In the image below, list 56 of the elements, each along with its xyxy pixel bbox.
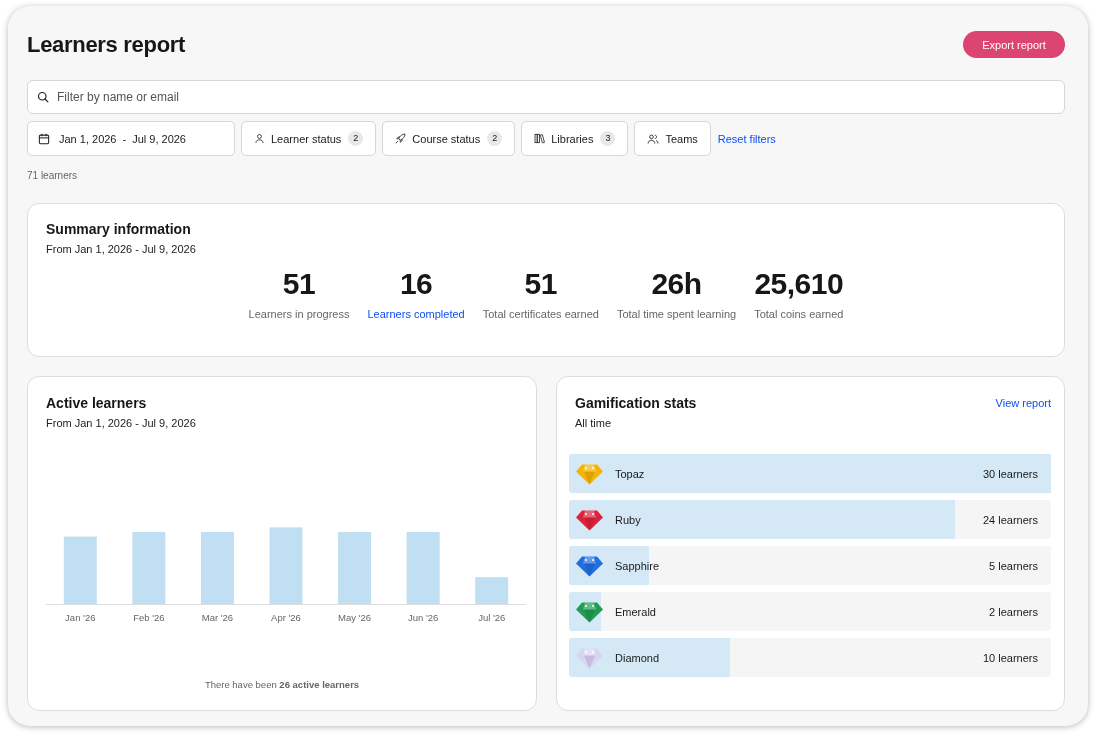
axis-label: May '26 bbox=[338, 612, 372, 623]
chart-bar bbox=[63, 536, 97, 604]
filter-chip[interactable]: Learner status 2 bbox=[241, 121, 377, 156]
calendar-icon bbox=[38, 132, 50, 145]
filter-chip[interactable]: Libraries 3 bbox=[521, 121, 629, 156]
gem-count: 30 learners bbox=[982, 467, 1038, 480]
person-icon bbox=[254, 133, 265, 144]
gem-count: 2 learners bbox=[989, 605, 1038, 618]
stat-label: Total time spent learning bbox=[616, 307, 737, 321]
stat-label: Total coins earned bbox=[754, 307, 844, 321]
card-title: Gamification stats bbox=[575, 394, 697, 413]
filter-chip[interactable]: Teams bbox=[634, 121, 711, 156]
axis-label: Feb '26 bbox=[133, 612, 165, 623]
filter-chip[interactable]: Course status 2 bbox=[382, 121, 516, 156]
gem-name: Ruby bbox=[615, 513, 641, 526]
filter-count: 2 bbox=[348, 131, 364, 146]
gem-count: 10 learners bbox=[982, 651, 1038, 664]
axis-label: Jan '26 bbox=[65, 612, 96, 623]
gem-name: Diamond bbox=[615, 651, 660, 664]
stat-value: 51 bbox=[282, 267, 316, 301]
card-title: Active learners bbox=[46, 394, 147, 413]
card-subtitle: From Jan 1, 2026 - Jul 9, 2026 bbox=[46, 242, 196, 256]
axis-label: Mar '26 bbox=[201, 612, 234, 623]
page-title: Learners report bbox=[27, 31, 186, 58]
result-count: 71 learners bbox=[27, 169, 78, 183]
stat-label: Learners in progress bbox=[248, 307, 350, 321]
gem-count: 5 learners bbox=[989, 559, 1038, 572]
card-title: Summary information bbox=[46, 220, 191, 239]
chart-summary: There have been 26 active learners bbox=[204, 678, 360, 692]
people-icon bbox=[647, 132, 660, 145]
search-field[interactable]: Filter by name or email bbox=[27, 80, 1065, 114]
card-subtitle: From Jan 1, 2026 - Jul 9, 2026 bbox=[46, 416, 196, 430]
filter-count: 2 bbox=[487, 131, 503, 146]
export-report-button[interactable]: Export report bbox=[963, 31, 1065, 58]
stat-value: 26h bbox=[651, 267, 702, 301]
gem-name: Topaz bbox=[615, 467, 645, 480]
axis-label: Apr '26 bbox=[271, 612, 301, 623]
gem-name: Sapphire bbox=[615, 559, 660, 572]
axis-label: Jul '26 bbox=[478, 612, 506, 623]
card-subtitle: All time bbox=[575, 416, 613, 430]
gem-count: 24 learners bbox=[982, 513, 1038, 526]
gem-name: Emerald bbox=[615, 605, 656, 618]
filter-count: 3 bbox=[600, 131, 616, 146]
search-icon bbox=[37, 91, 49, 103]
stat-link[interactable]: Learners completed bbox=[367, 307, 465, 321]
date-range-filter[interactable]: Jan 1, 2026 - Jul 9, 2026 bbox=[27, 121, 235, 156]
reset-filters-link[interactable]: Reset filters bbox=[717, 132, 776, 145]
view-report-link[interactable]: View report bbox=[995, 393, 1051, 413]
chart-bar bbox=[475, 577, 509, 604]
axis-label: Jun '26 bbox=[407, 612, 439, 623]
stat-value: 16 bbox=[399, 267, 433, 301]
rocket-icon bbox=[395, 133, 407, 144]
books-icon bbox=[534, 133, 546, 144]
stat-value: 25,610 bbox=[754, 267, 844, 301]
stat-label: Total certificates earned bbox=[482, 307, 599, 321]
stat-value: 51 bbox=[524, 267, 557, 301]
